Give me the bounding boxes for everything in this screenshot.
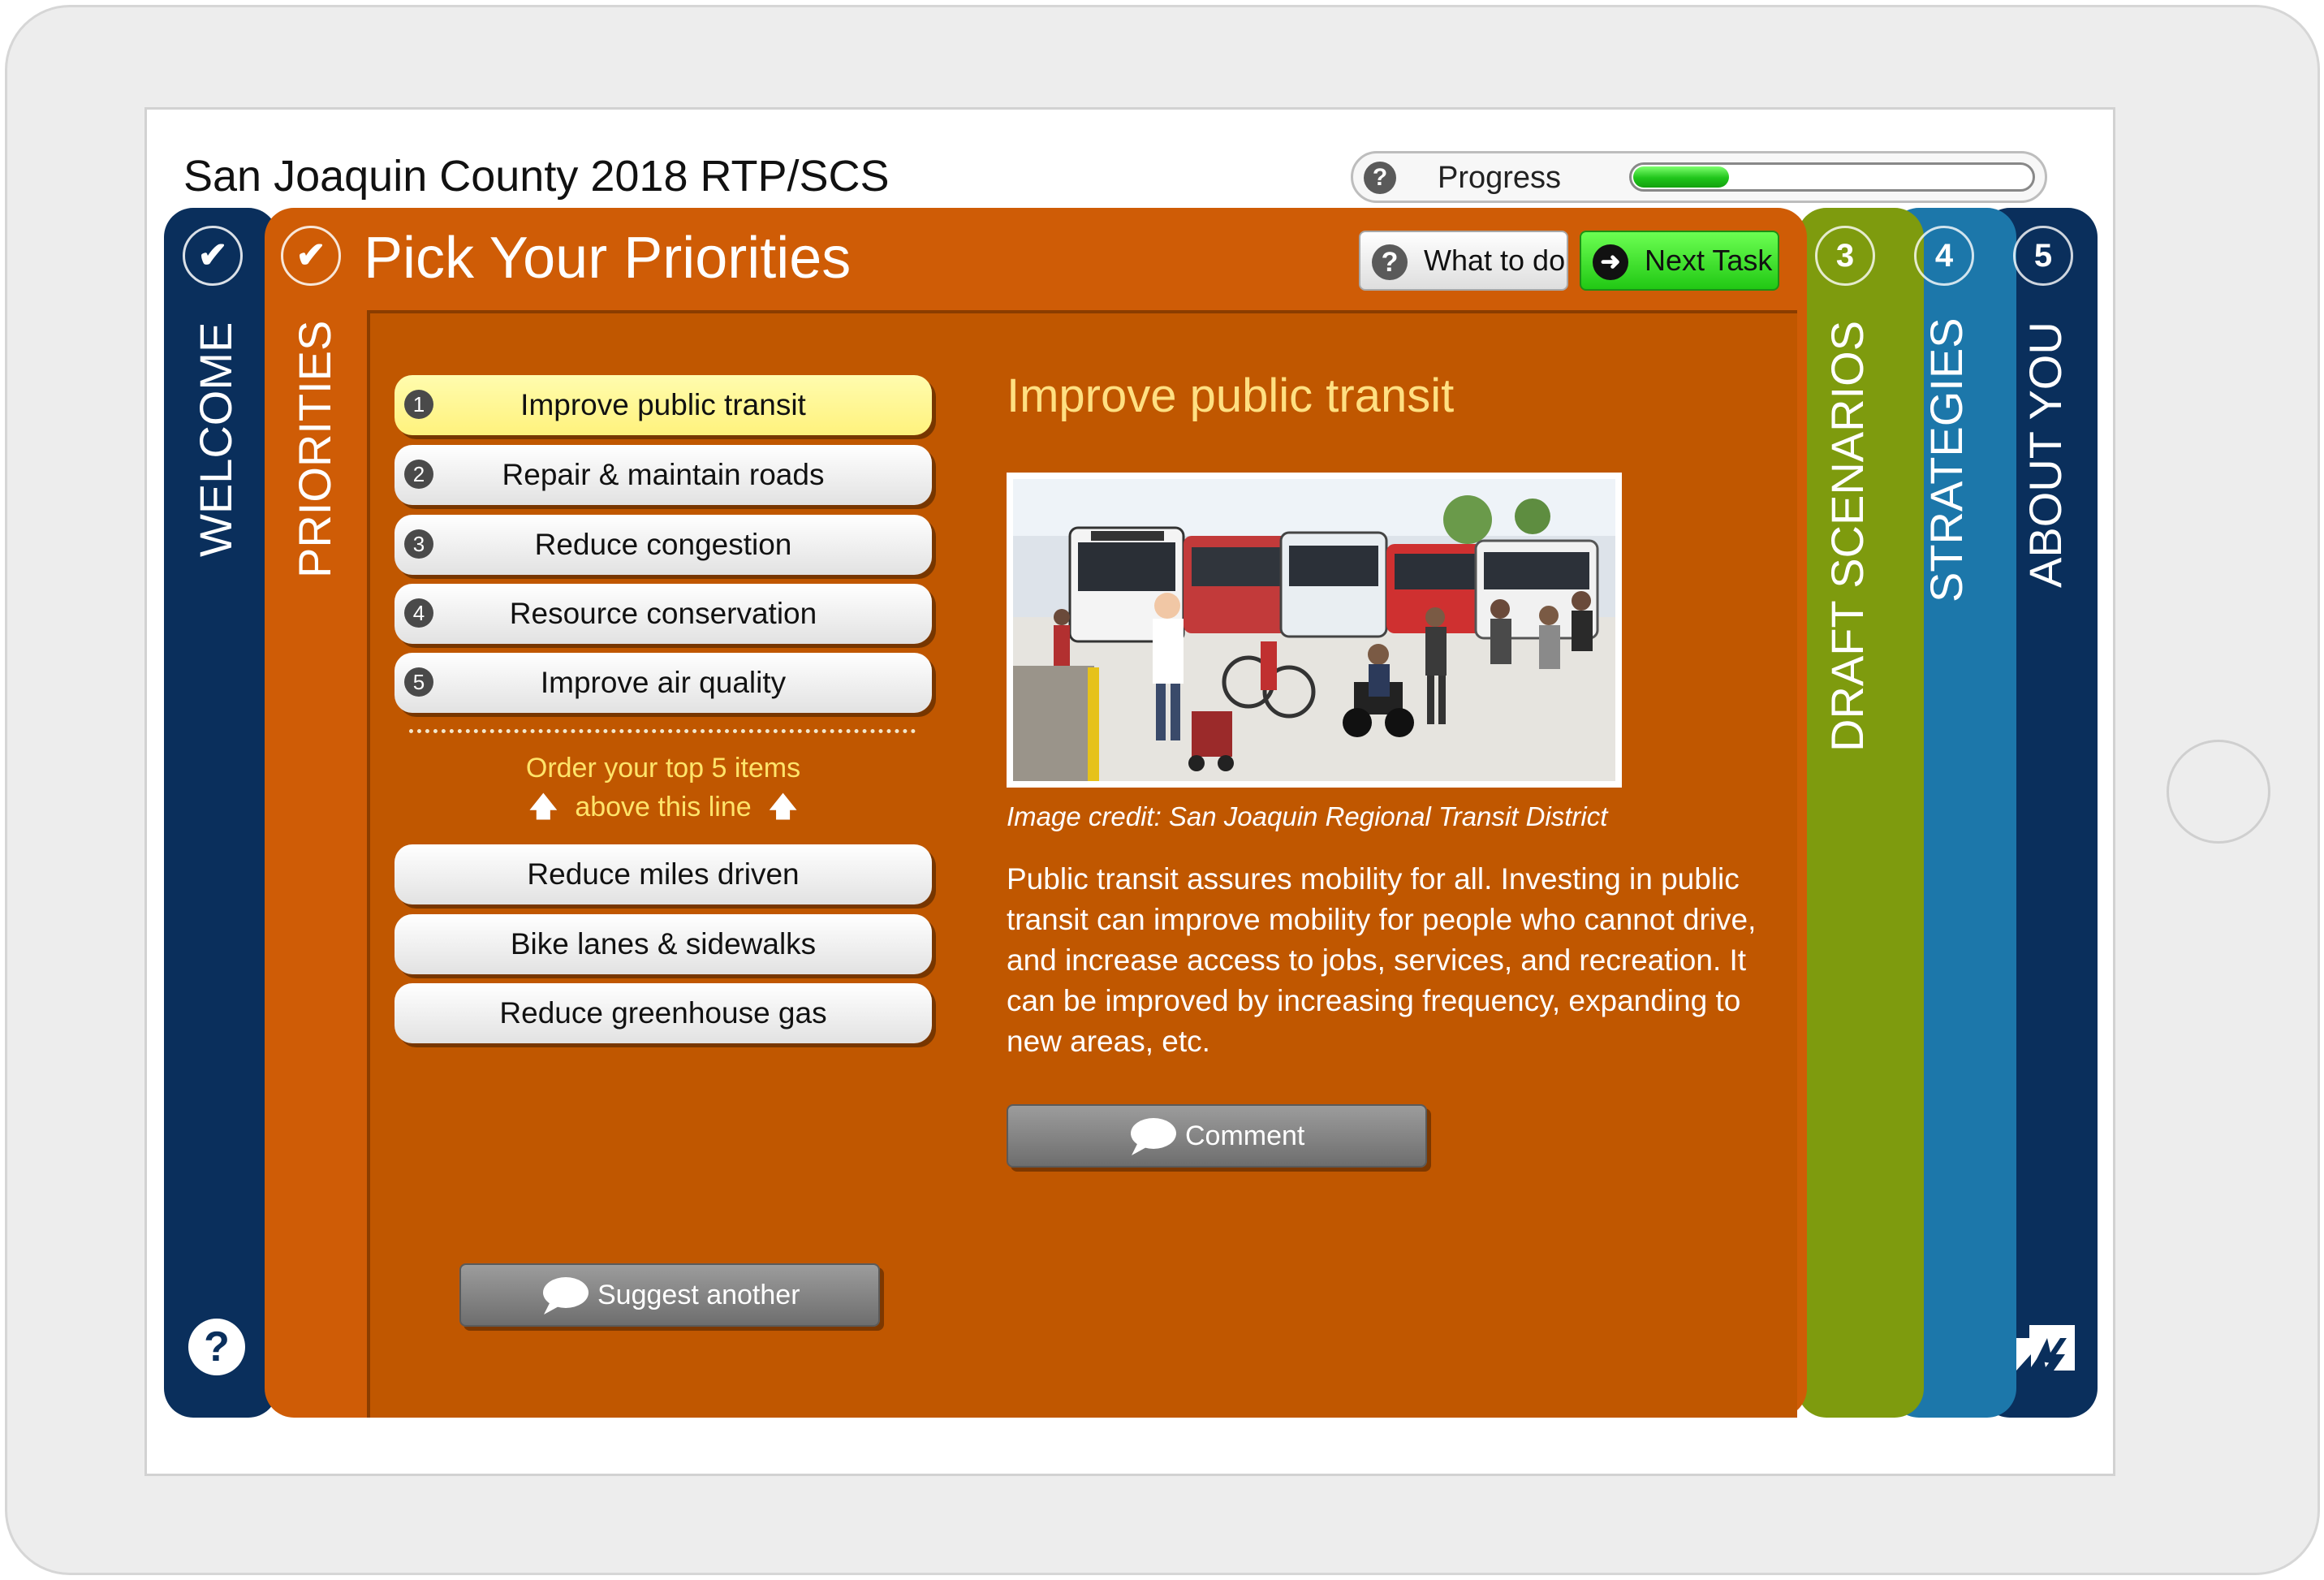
app-title: San Joaquin County 2018 RTP/SCS: [183, 152, 890, 201]
nav-label-welcome: WELCOME: [190, 322, 241, 557]
speech-bubble-icon: [543, 1277, 589, 1315]
nav-label-about-you: ABOUT YOU: [2020, 322, 2071, 588]
priority-item-2[interactable]: 2 Repair & maintain roads: [395, 445, 932, 505]
transit-photo-image: [1013, 479, 1615, 781]
unranked-item-2[interactable]: Bike lanes & sidewalks: [395, 914, 932, 974]
progress-label: Progress: [1438, 161, 1562, 195]
order-hint: Order your top 5 items 🡅 above this line…: [395, 749, 932, 827]
tablet-home-button: [2167, 740, 2270, 844]
nav-number-about-you: 5: [2013, 226, 2073, 286]
order-hint-line1: Order your top 5 items: [525, 753, 801, 784]
page-title: Pick Your Priorities: [364, 226, 852, 291]
priority-label: Repair & maintain roads: [502, 458, 825, 491]
image-credit: Image credit: San Joaquin Regional Trans…: [1007, 801, 1608, 831]
what-to-do-button[interactable]: ? What to do: [1359, 231, 1568, 291]
suggest-another-button[interactable]: Suggest another: [459, 1263, 880, 1327]
next-task-button[interactable]: ➜ Next Task: [1580, 231, 1779, 291]
priority-item-4[interactable]: 4 Resource conservation: [395, 584, 932, 644]
progress-help-icon[interactable]: ?: [1364, 162, 1396, 194]
suggest-another-label: Suggest another: [597, 1280, 800, 1310]
priority-label: Reduce greenhouse gas: [499, 996, 827, 1030]
nav-number-draft-scenarios: 3: [1815, 226, 1875, 286]
transit-photo: [1007, 473, 1622, 788]
progress-bar-fill: [1633, 166, 1729, 188]
what-to-do-label: What to do: [1424, 244, 1566, 277]
next-task-label: Next Task: [1645, 244, 1773, 277]
comment-label: Comment: [1185, 1120, 1305, 1151]
progress-widget: ? Progress: [1351, 151, 2047, 203]
priority-item-3[interactable]: 3 Reduce congestion: [395, 515, 932, 575]
progress-bar: [1629, 162, 2035, 192]
nav-label-strategies: STRATEGIES: [1921, 317, 1972, 602]
speech-bubble-icon: [1131, 1118, 1176, 1155]
priority-label: Improve air quality: [540, 666, 787, 699]
top-five-divider: [409, 729, 916, 733]
priority-label: Resource conservation: [509, 597, 817, 630]
priority-item-5[interactable]: 5 Improve air quality: [395, 653, 932, 713]
priority-item-1[interactable]: 1 Improve public transit: [395, 375, 932, 435]
nav-label-priorities: PRIORITIES: [289, 320, 340, 578]
order-hint-line2: 🡅 above this line 🡅: [395, 788, 932, 827]
arrow-right-circle-icon: ➜: [1593, 244, 1628, 280]
detail-title: Improve public transit: [1007, 369, 1455, 422]
welcome-check-icon: ✔: [183, 226, 243, 286]
unranked-item-1[interactable]: Reduce miles driven: [395, 844, 932, 904]
priority-label: Reduce congestion: [534, 528, 792, 561]
priority-label: Reduce miles driven: [527, 857, 800, 891]
priority-label: Improve public transit: [520, 388, 806, 421]
nav-number-strategies: 4: [1914, 226, 1974, 286]
arrow-up-icon: 🡅: [769, 792, 798, 822]
unranked-item-3[interactable]: Reduce greenhouse gas: [395, 983, 932, 1043]
arrow-up-icon: 🡅: [528, 792, 558, 822]
priority-label: Bike lanes & sidewalks: [510, 927, 817, 961]
help-icon: ?: [1372, 244, 1408, 280]
mindmixer-logo-icon[interactable]: [2013, 1314, 2078, 1379]
help-icon[interactable]: ?: [188, 1319, 245, 1375]
detail-description: Public transit assures mobility for all.…: [1007, 862, 1757, 1058]
comment-button[interactable]: Comment: [1007, 1104, 1427, 1168]
order-hint-line2-text: above this line: [575, 792, 752, 822]
nav-label-draft-scenarios: DRAFT SCENARIOS: [1822, 320, 1873, 752]
priorities-check-icon: ✔: [281, 226, 341, 286]
